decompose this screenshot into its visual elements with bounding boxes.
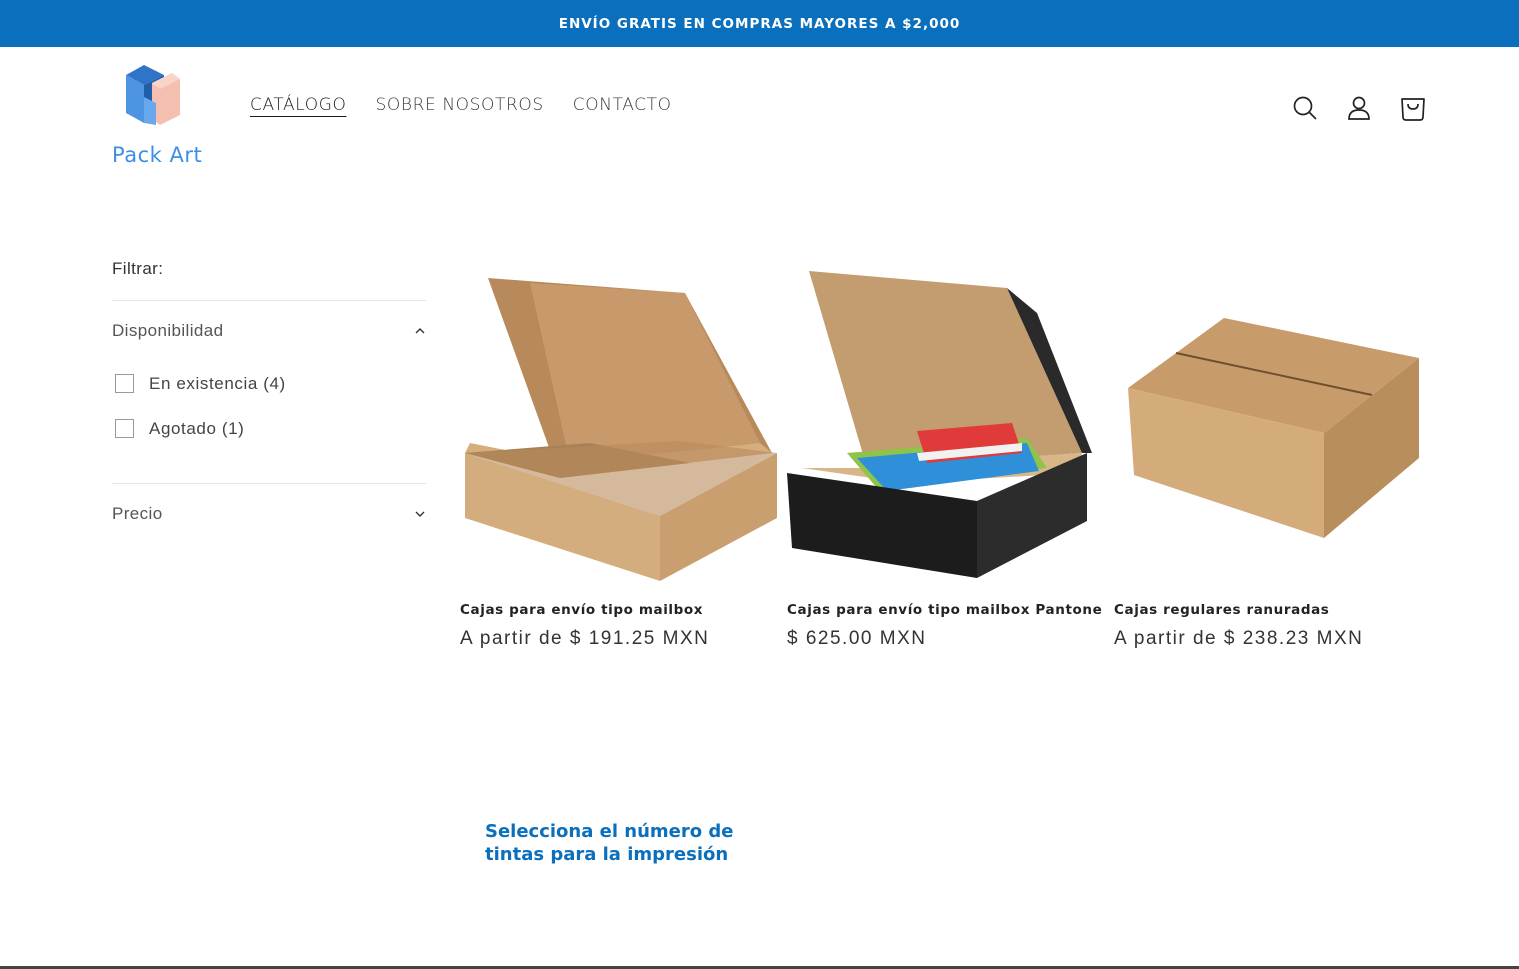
product-grid: Cajas para envío tipo mailbox A partir d…: [460, 263, 1433, 650]
filter-group-label: Precio: [112, 504, 163, 523]
product-price: A partir de $ 191.25 MXN: [460, 628, 710, 649]
filter-title: Filtrar:: [112, 259, 164, 278]
product-price: $ 625.00 MXN: [787, 628, 927, 649]
account-icon[interactable]: [1344, 93, 1374, 123]
checkbox[interactable]: [115, 374, 134, 393]
filter-sidebar: Filtrar: Disponibilidad En existencia (4…: [112, 255, 426, 544]
nav-contacto[interactable]: CONTACTO: [573, 95, 672, 115]
announcement-text: ENVÍO GRATIS EN COMPRAS MAYORES A $2,000: [558, 15, 961, 32]
product-card[interactable]: Cajas para envío tipo mailbox A partir d…: [460, 263, 779, 650]
filter-option-en-existencia[interactable]: En existencia (4): [112, 361, 426, 406]
site-header: Pack Art CATÁLOGO SOBRE NOSOTROS CONTACT…: [0, 47, 1519, 167]
filter-group-disponibilidad: Disponibilidad En existencia (4) Agotado…: [112, 300, 426, 483]
filter-options: En existencia (4) Agotado (1): [112, 361, 426, 483]
search-icon[interactable]: [1290, 93, 1320, 123]
checkbox[interactable]: [115, 419, 134, 438]
product-image-mailbox[interactable]: [460, 263, 779, 583]
cube-logo-icon: [126, 65, 180, 125]
product-title[interactable]: Cajas para envío tipo mailbox Pantone: [787, 602, 1106, 618]
nav-sobre-nosotros[interactable]: SOBRE NOSOTROS: [375, 95, 543, 115]
main-nav: CATÁLOGO SOBRE NOSOTROS CONTACTO: [250, 95, 672, 115]
product-title[interactable]: Cajas regulares ranuradas: [1114, 602, 1433, 618]
promo-line: Selecciona el número de: [485, 821, 734, 842]
announcement-bar: ENVÍO GRATIS EN COMPRAS MAYORES A $2,000: [0, 0, 1519, 47]
nav-catalogo[interactable]: CATÁLOGO: [250, 95, 346, 115]
product-image-regular-box[interactable]: [1114, 263, 1433, 583]
filter-group-precio: Precio: [112, 483, 426, 544]
brand-name: Pack Art: [112, 143, 203, 167]
brand-logo[interactable]: Pack Art: [110, 63, 210, 167]
promo-line: tintas para la impresión: [485, 844, 729, 865]
filter-toggle-precio[interactable]: Precio: [112, 484, 426, 544]
filter-toggle-disponibilidad[interactable]: Disponibilidad: [112, 301, 426, 361]
filter-option-label: Agotado (1): [149, 418, 245, 438]
chevron-down-icon: [415, 511, 425, 517]
filter-option-label: En existencia (4): [149, 373, 286, 393]
filter-option-agotado[interactable]: Agotado (1): [112, 406, 426, 451]
filter-group-label: Disponibilidad: [112, 321, 224, 340]
product-price: A partir de $ 238.23 MXN: [1114, 628, 1364, 649]
chevron-up-icon: [415, 328, 425, 334]
product-image-mailbox-pantone[interactable]: [787, 263, 1106, 583]
promo-text: Selecciona el número de tintas para la i…: [485, 820, 785, 866]
product-card[interactable]: Cajas regulares ranuradas A partir de $ …: [1114, 263, 1433, 650]
product-card[interactable]: Cajas para envío tipo mailbox Pantone $ …: [787, 263, 1106, 650]
cart-icon[interactable]: [1398, 93, 1428, 123]
product-title[interactable]: Cajas para envío tipo mailbox: [460, 602, 779, 618]
header-icons: [1290, 93, 1428, 123]
